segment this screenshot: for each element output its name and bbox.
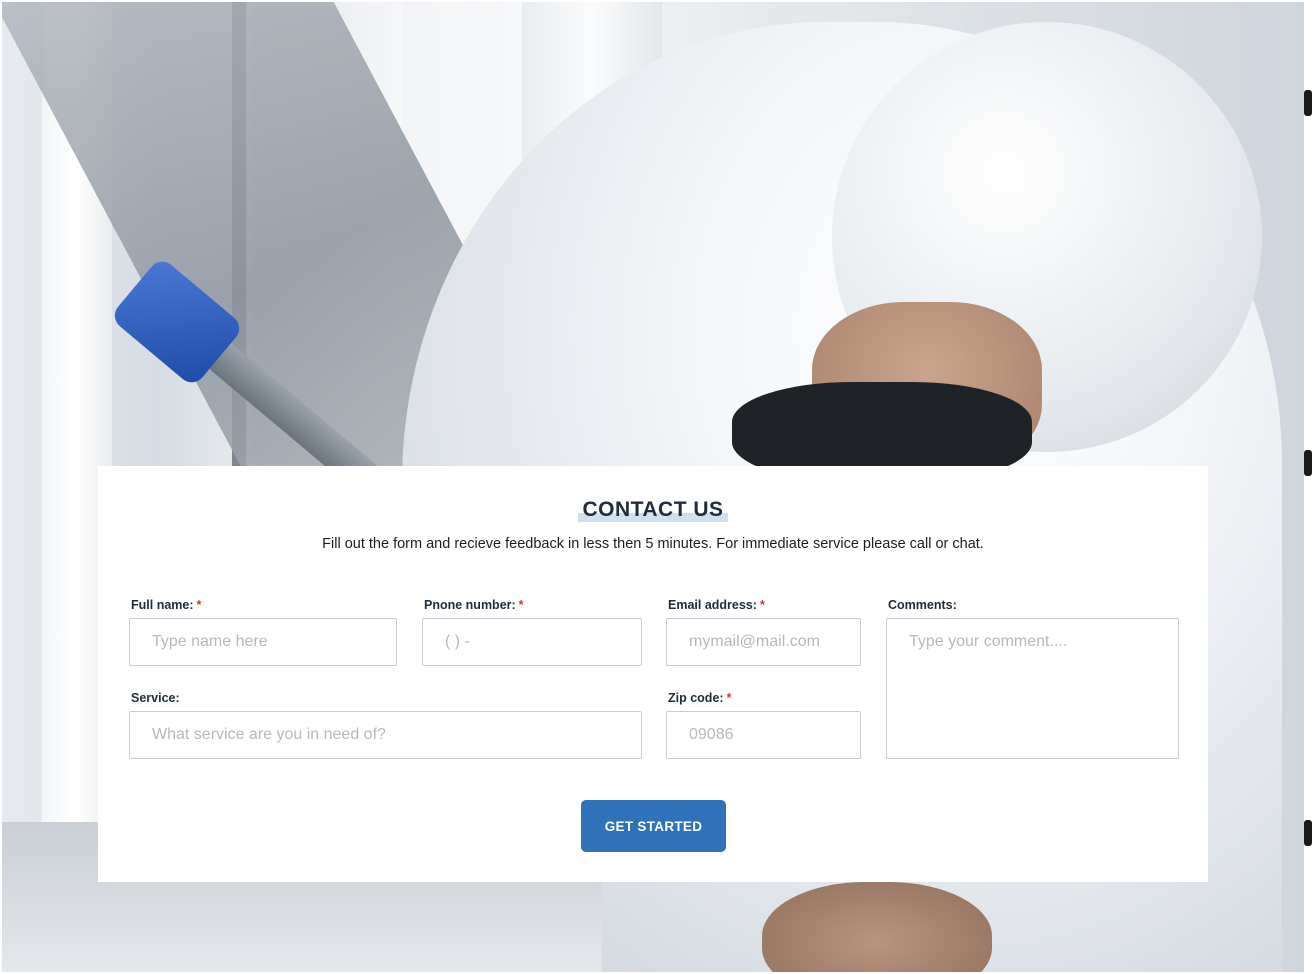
page-title: CONTACT US bbox=[578, 498, 728, 522]
edge-mark bbox=[1304, 90, 1312, 116]
edge-mark bbox=[1304, 450, 1312, 476]
service-input[interactable] bbox=[129, 711, 642, 759]
full-name-input[interactable] bbox=[129, 618, 397, 666]
zip-label-text: Zip code: bbox=[668, 691, 724, 705]
zip-input[interactable] bbox=[666, 711, 861, 759]
comments-label-text: Comments: bbox=[888, 598, 957, 612]
full-name-label: Full name: * bbox=[131, 598, 201, 612]
required-mark: * bbox=[759, 598, 765, 612]
phone-label-text: Pnone number: bbox=[424, 598, 516, 612]
zip-label: Zip code: * bbox=[668, 691, 731, 705]
required-mark: * bbox=[726, 691, 732, 705]
comments-label: Comments: bbox=[888, 598, 957, 612]
phone-label: Pnone number: * bbox=[424, 598, 524, 612]
email-input[interactable] bbox=[666, 618, 861, 666]
edge-mark bbox=[1304, 820, 1312, 846]
email-label: Email address: * bbox=[668, 598, 765, 612]
get-started-button[interactable]: GET STARTED bbox=[581, 800, 726, 852]
page-edge bbox=[1304, 0, 1312, 974]
required-mark: * bbox=[518, 598, 524, 612]
full-name-label-text: Full name: bbox=[131, 598, 194, 612]
worker-hand bbox=[762, 882, 992, 972]
required-mark: * bbox=[196, 598, 202, 612]
service-label-text: Service: bbox=[131, 691, 180, 705]
comments-textarea[interactable] bbox=[886, 618, 1179, 759]
service-label: Service: bbox=[131, 691, 180, 705]
form-subtitle: Fill out the form and recieve feedback i… bbox=[322, 536, 984, 552]
phone-input[interactable] bbox=[422, 618, 642, 666]
email-label-text: Email address: bbox=[668, 598, 757, 612]
contact-form: CONTACT US Fill out the form and recieve… bbox=[98, 466, 1208, 882]
